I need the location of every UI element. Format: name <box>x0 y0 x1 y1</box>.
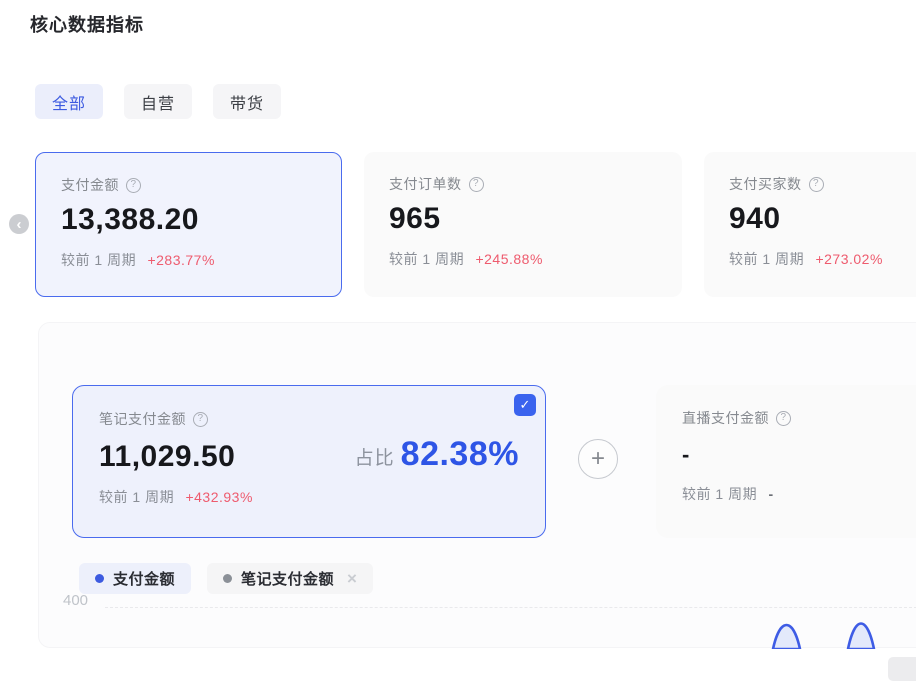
carousel-prev-button[interactable]: ‹ <box>9 214 29 234</box>
tab-self-operated[interactable]: 自营 <box>124 84 192 119</box>
sub-card-note-payment[interactable]: ✓ 笔记支付金额 ? 11,029.50 占比 82.38% 较前 1 周期 +… <box>72 385 546 538</box>
metric-compare: 较前 1 周期 +432.93% <box>99 487 519 507</box>
help-icon[interactable]: ? <box>193 412 208 427</box>
metric-label: 直播支付金额 ? <box>682 408 916 428</box>
tab-all[interactable]: 全部 <box>35 84 103 119</box>
metric-value: 940 <box>729 202 916 236</box>
compare-label: 较前 1 周期 <box>389 251 464 267</box>
metric-label-text: 支付买家数 <box>729 174 802 194</box>
ratio-label: 占比 <box>355 443 395 474</box>
chevron-left-icon: ‹ <box>17 216 22 233</box>
metric-value: 13,388.20 <box>61 203 316 237</box>
metric-label-text: 笔记支付金额 <box>99 409 186 429</box>
sub-card-live-payment[interactable]: 直播支付金额 ? - 较前 1 周期 - <box>656 385 916 538</box>
ratio-group: 占比 82.38% <box>355 435 519 474</box>
compare-label: 较前 1 周期 <box>682 486 757 502</box>
metric-label: 笔记支付金额 ? <box>99 409 519 429</box>
metric-card-buyer-count[interactable]: 支付买家数 ? 940 较前 1 周期 +273.02% <box>704 152 916 297</box>
metric-card-row: 支付金额 ? 13,388.20 较前 1 周期 +283.77% 支付订单数 … <box>35 152 916 297</box>
chart-legend: 支付金额 笔记支付金额 × <box>79 563 373 594</box>
y-axis-tick: 400 <box>63 592 88 609</box>
legend-label: 笔记支付金额 <box>241 568 334 589</box>
legend-dot-icon <box>95 574 104 583</box>
plus-icon: + <box>591 445 605 473</box>
ratio-value: 82.38% <box>401 435 519 474</box>
metric-value: 965 <box>389 202 657 236</box>
add-metric-button[interactable]: + <box>578 439 618 479</box>
compare-label: 较前 1 周期 <box>61 252 136 268</box>
metric-compare: 较前 1 周期 +273.02% <box>729 249 916 269</box>
checkbox-checked[interactable]: ✓ <box>514 394 536 416</box>
compare-label: 较前 1 周期 <box>99 489 174 505</box>
metric-label-text: 支付金额 <box>61 175 119 195</box>
metric-label-text: 支付订单数 <box>389 174 462 194</box>
metric-label: 支付金额 ? <box>61 175 316 195</box>
metric-compare: 较前 1 周期 +245.88% <box>389 249 657 269</box>
legend-dot-icon <box>223 574 232 583</box>
note-value-row: 11,029.50 占比 82.38% <box>99 435 519 474</box>
change-value: - <box>768 486 773 502</box>
scrollbar-thumb[interactable] <box>888 657 916 681</box>
metric-card-payment-amount[interactable]: 支付金额 ? 13,388.20 较前 1 周期 +283.77% <box>35 152 342 297</box>
legend-item-note-payment[interactable]: 笔记支付金额 × <box>207 563 373 594</box>
help-icon[interactable]: ? <box>126 178 141 193</box>
metric-value: 11,029.50 <box>99 440 235 474</box>
help-icon[interactable]: ? <box>809 177 824 192</box>
metric-card-order-count[interactable]: 支付订单数 ? 965 较前 1 周期 +245.88% <box>364 152 682 297</box>
change-value: +273.02% <box>815 251 882 267</box>
chart-gridline <box>105 607 916 608</box>
change-value: +245.88% <box>475 251 542 267</box>
close-icon[interactable]: × <box>347 569 357 589</box>
legend-item-payment-amount[interactable]: 支付金额 <box>79 563 191 594</box>
help-icon[interactable]: ? <box>776 411 791 426</box>
tab-affiliate[interactable]: 带货 <box>213 84 281 119</box>
page-title: 核心数据指标 <box>30 11 144 37</box>
metric-label: 支付买家数 ? <box>729 174 916 194</box>
metric-value: - <box>682 442 916 468</box>
compare-label: 较前 1 周期 <box>729 251 804 267</box>
change-value: +283.77% <box>147 252 214 268</box>
change-value: +432.93% <box>185 489 252 505</box>
metric-compare: 较前 1 周期 +283.77% <box>61 250 316 270</box>
breakdown-panel: ✓ 笔记支付金额 ? 11,029.50 占比 82.38% 较前 1 周期 +… <box>38 322 916 648</box>
metric-compare: 较前 1 周期 - <box>682 484 916 504</box>
legend-label: 支付金额 <box>113 568 175 589</box>
chart-area-peaks <box>757 613 916 649</box>
metric-label-text: 直播支付金额 <box>682 408 769 428</box>
scope-tabs: 全部 自营 带货 <box>35 84 281 119</box>
metric-label: 支付订单数 ? <box>389 174 657 194</box>
help-icon[interactable]: ? <box>469 177 484 192</box>
check-icon: ✓ <box>520 397 531 413</box>
